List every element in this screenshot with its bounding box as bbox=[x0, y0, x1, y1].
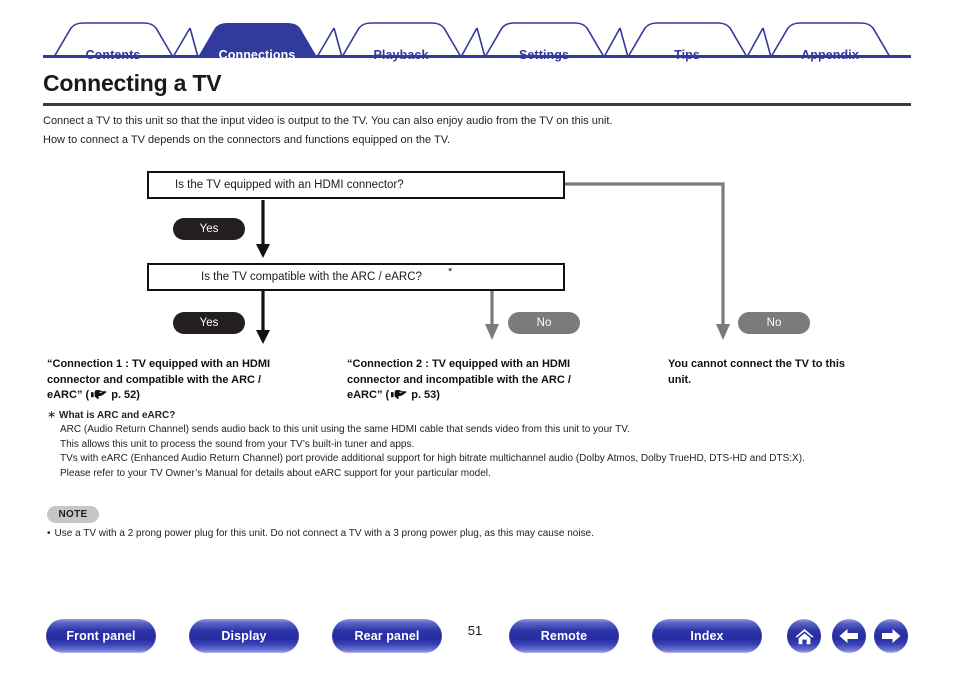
intro-line-2: How to connect a TV depends on the conne… bbox=[43, 134, 451, 146]
note-badge: NOTE bbox=[47, 506, 99, 523]
result-1-line-3: eARC” ( p. 52) bbox=[47, 388, 337, 406]
footer-button-front-panel[interactable]: Front panel bbox=[46, 619, 156, 653]
flowchart-connectors bbox=[256, 182, 730, 344]
tab-bar-shapes bbox=[43, 22, 911, 58]
result-connection-1[interactable]: “Connection 1 : TV equipped with an HDMI… bbox=[47, 357, 337, 406]
flow-box-hdmi-question: Is the TV equipped with an HDMI connecto… bbox=[147, 171, 565, 199]
back-arrow-icon bbox=[838, 627, 860, 645]
page-number: 51 bbox=[467, 623, 483, 638]
arrowhead-yes-1 bbox=[256, 244, 270, 258]
result-1-line-1: “Connection 1 : TV equipped with an HDMI bbox=[47, 358, 271, 370]
tab-label-appendix[interactable]: Appendix bbox=[801, 48, 859, 62]
page-title: Connecting a TV bbox=[43, 70, 222, 96]
result-1-line-2: connector and compatible with the ARC / bbox=[47, 373, 262, 386]
arrow-no-2 bbox=[563, 182, 725, 326]
flow-box-arc-text: Is the TV compatible with the ARC / eARC… bbox=[201, 271, 422, 283]
footnote-star-icon: ∗ bbox=[47, 409, 57, 421]
badge-yes-1-label: Yes bbox=[199, 223, 219, 235]
footnote-heading: What is ARC and eARC? bbox=[59, 410, 176, 421]
result-1-line-3-prefix: eARC” ( bbox=[47, 389, 90, 401]
badge-no-1-label: No bbox=[536, 317, 552, 329]
footer-button-remote[interactable]: Remote bbox=[509, 619, 619, 653]
result-2-line-3-prefix: eARC” ( bbox=[347, 389, 390, 401]
result-cannot-connect: You cannot connect the TV to this unit. bbox=[668, 357, 898, 388]
tab-label-connections[interactable]: Connections bbox=[219, 48, 296, 62]
badge-yes-2: Yes bbox=[173, 312, 245, 334]
footnote-line-4: Please refer to your TV Owner’s Manual f… bbox=[60, 467, 491, 479]
intro-line-1: Connect a TV to this unit so that the in… bbox=[43, 115, 613, 127]
tab-notch-3 bbox=[460, 27, 486, 58]
result-connection-2[interactable]: “Connection 2 : TV equipped with an HDMI… bbox=[347, 357, 647, 406]
arrowhead-no-2 bbox=[716, 324, 730, 340]
badge-no-2-label: No bbox=[766, 317, 782, 329]
intro-paragraph: Connect a TV to this unit so that the in… bbox=[43, 112, 873, 150]
tab-notch-2 bbox=[316, 27, 343, 58]
note-text: Use a TV with a 2 prong power plug for t… bbox=[54, 528, 594, 539]
tab-notch-5 bbox=[746, 27, 772, 58]
badge-yes-2-label: Yes bbox=[199, 317, 219, 329]
forward-arrow-icon bbox=[880, 627, 902, 645]
flow-box-hdmi-question-label: Is the TV equipped with an HDMI connecto… bbox=[175, 179, 404, 191]
footnote-block: ∗ What is ARC and eARC? ARC (Audio Retur… bbox=[47, 408, 907, 481]
tab-label-playback[interactable]: Playback bbox=[373, 48, 428, 62]
note-bullet-icon: • bbox=[47, 528, 51, 539]
title-divider bbox=[43, 103, 911, 106]
footnote-line-3: TVs with eARC (Enhanced Audio Return Cha… bbox=[60, 453, 805, 465]
badge-no-2: No bbox=[738, 312, 810, 334]
tab-label-settings[interactable]: Settings bbox=[519, 48, 569, 62]
tab-notch-4 bbox=[603, 27, 629, 58]
tab-notch-1 bbox=[172, 27, 199, 58]
result-2-line-3-suffix: p. 53) bbox=[408, 389, 440, 401]
note-text-row: • Use a TV with a 2 prong power plug for … bbox=[47, 527, 907, 541]
flow-box-arc-question: Is the TV compatible with the ARC / eARC… bbox=[147, 263, 565, 291]
result-3-line-2: unit. bbox=[668, 373, 692, 386]
badge-no-1: No bbox=[508, 312, 580, 334]
tab-bar: Contents Connections Playback Settings T… bbox=[43, 22, 911, 62]
footnote-marker-star: * bbox=[447, 266, 453, 279]
pointing-hand-icon bbox=[90, 389, 107, 406]
result-2-line-2: connector and incompatible with the ARC … bbox=[347, 373, 571, 386]
footer-button-rear-panel[interactable]: Rear panel bbox=[332, 619, 442, 653]
footer-button-display[interactable]: Display bbox=[189, 619, 299, 653]
forward-arrow-button[interactable] bbox=[874, 619, 908, 653]
footnote-heading-row: ∗ What is ARC and eARC? bbox=[47, 408, 907, 423]
flow-box-arc-question-label: Is the TV compatible with the ARC / eARC… bbox=[149, 267, 452, 283]
footnote-line-2: This allows this unit to process the sou… bbox=[60, 438, 415, 450]
pointing-hand-icon bbox=[390, 389, 407, 406]
result-1-line-3-suffix: p. 52) bbox=[108, 389, 140, 401]
tab-label-tips[interactable]: Tips bbox=[674, 48, 700, 62]
home-icon-button[interactable] bbox=[787, 619, 821, 653]
footer-button-index[interactable]: Index bbox=[652, 619, 762, 653]
tab-label-contents[interactable]: Contents bbox=[86, 48, 141, 62]
arrowhead-yes-2 bbox=[256, 330, 270, 344]
tab-baseline bbox=[43, 55, 911, 58]
arrowhead-no-1 bbox=[485, 324, 499, 340]
result-3-line-1: You cannot connect the TV to this bbox=[668, 358, 846, 370]
back-arrow-button[interactable] bbox=[832, 619, 866, 653]
result-2-line-1: “Connection 2 : TV equipped with an HDMI bbox=[347, 358, 571, 370]
home-icon bbox=[794, 627, 815, 646]
badge-yes-1: Yes bbox=[173, 218, 245, 240]
footnote-line-1: ARC (Audio Return Channel) sends audio b… bbox=[60, 424, 630, 436]
result-2-line-3: eARC” ( p. 53) bbox=[347, 388, 647, 406]
